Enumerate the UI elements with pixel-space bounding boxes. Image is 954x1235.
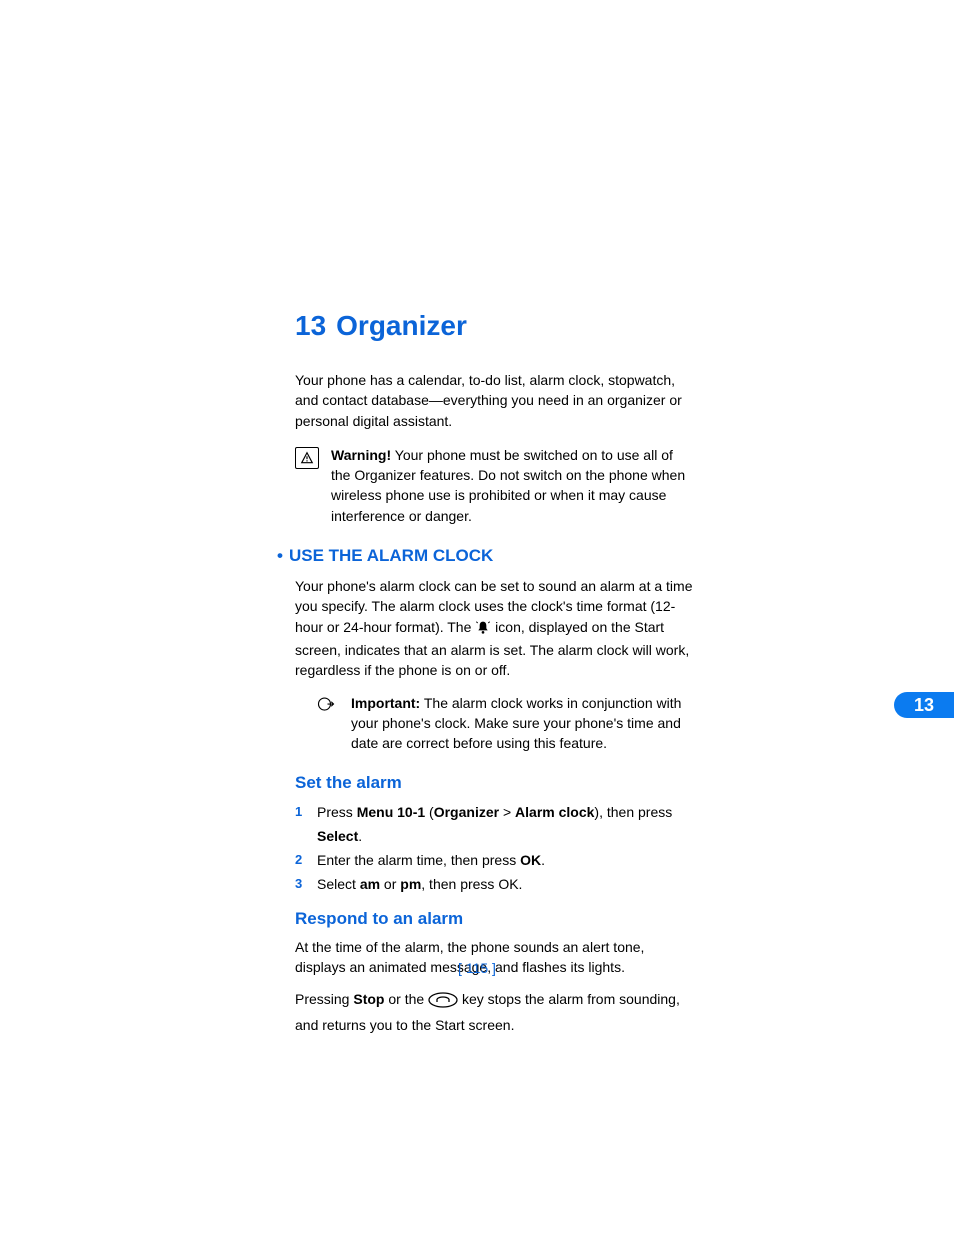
alarm-intro-paragraph: Your phone's alarm clock can be set to s… — [295, 576, 695, 680]
warning-icon-column — [295, 445, 321, 526]
step-3: 3 Select am or pm, then press OK. — [295, 873, 695, 897]
warning-label: Warning! — [331, 447, 391, 463]
important-icon — [315, 700, 337, 717]
intro-paragraph: Your phone has a calendar, to-do list, a… — [295, 370, 695, 431]
chapter-tab-number: 13 — [914, 695, 934, 716]
end-key-icon — [428, 991, 458, 1014]
section-heading-alarm: • USE THE ALARM CLOCK — [277, 546, 695, 566]
step-number: 2 — [295, 849, 302, 871]
chapter-title: 13 Organizer — [295, 310, 695, 342]
section-heading-text: USE THE ALARM CLOCK — [289, 546, 493, 565]
chapter-number: 13 — [295, 310, 326, 341]
page-content: 13Organizer Your phone has a calendar, t… — [295, 310, 695, 1047]
step-1: 1 Press Menu 10-1 (Organizer > Alarm clo… — [295, 801, 695, 849]
step-2: 2 Enter the alarm time, then press OK. — [295, 849, 695, 873]
warning-text: Warning! Your phone must be switched on … — [331, 445, 695, 526]
step-number: 1 — [295, 801, 302, 823]
step-number: 3 — [295, 873, 302, 895]
subheading-set-alarm: Set the alarm — [295, 773, 695, 793]
chapter-tab: 13 — [894, 692, 954, 718]
important-icon-column — [315, 693, 341, 754]
set-alarm-steps: 1 Press Menu 10-1 (Organizer > Alarm clo… — [295, 801, 695, 896]
warning-icon — [295, 447, 319, 469]
chapter-name: Organizer — [336, 310, 467, 341]
warning-callout: Warning! Your phone must be switched on … — [295, 445, 695, 526]
alarm-set-icon — [475, 619, 491, 640]
important-text: Important: The alarm clock works in conj… — [351, 693, 695, 754]
subheading-respond: Respond to an alarm — [295, 909, 695, 929]
respond-paragraph-2: Pressing Stop or the key stops the alarm… — [295, 989, 695, 1035]
bullet-icon: • — [277, 546, 283, 565]
page-number: [ 115 ] — [0, 960, 954, 976]
important-callout: Important: The alarm clock works in conj… — [295, 693, 695, 754]
important-label: Important: — [351, 695, 420, 711]
